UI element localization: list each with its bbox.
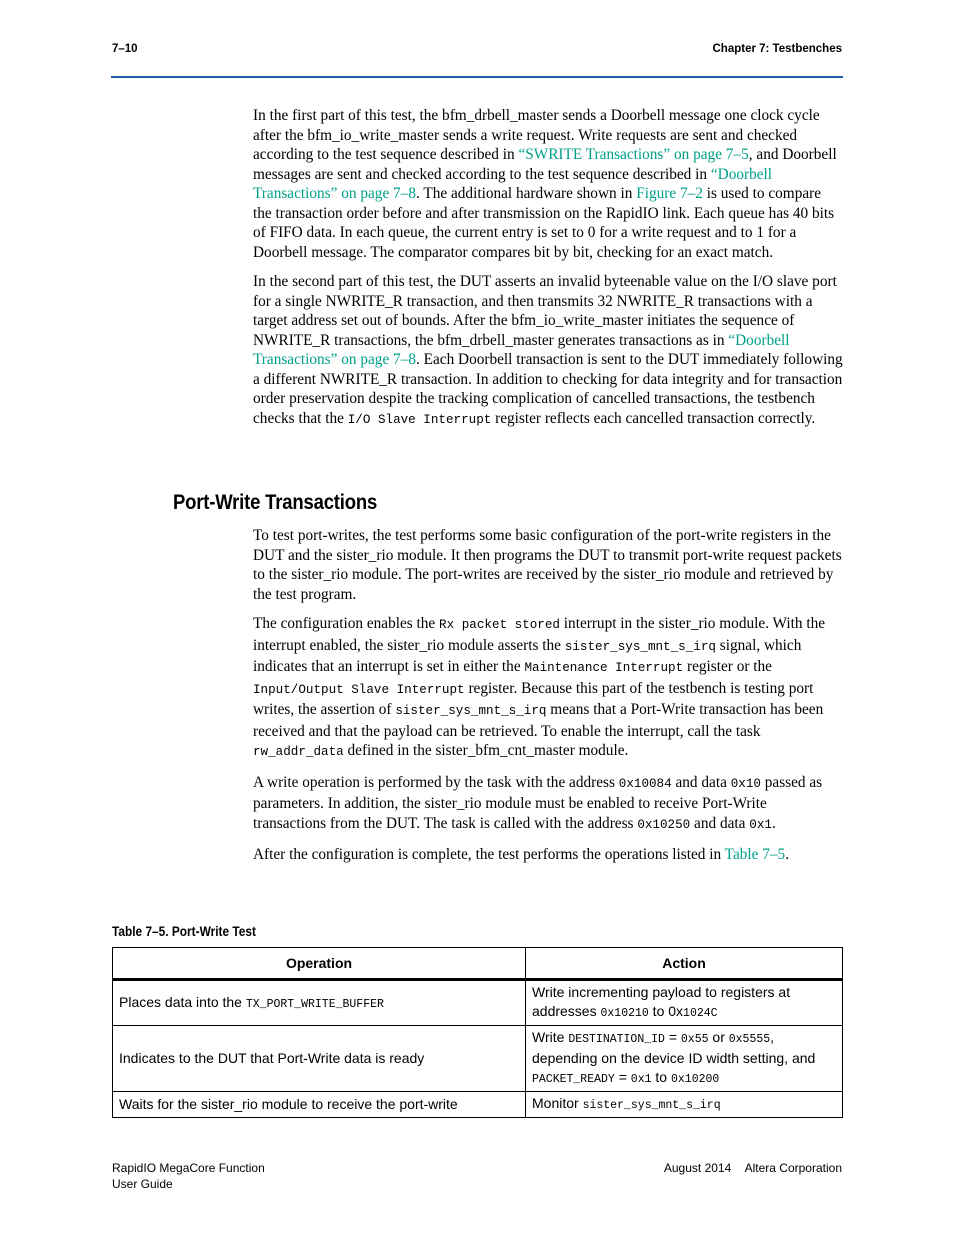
text-run: and data	[690, 814, 750, 832]
paragraph: In the first part of this test, the bfm_…	[253, 106, 843, 262]
paragraph: After the configuration is complete, the…	[253, 845, 843, 865]
footer-date: August 2014	[663, 1161, 732, 1175]
section-heading: Port-Write Transactions	[173, 491, 378, 514]
code-text: sister_sys_mnt_s_irq	[582, 1099, 721, 1112]
chapter-title: Chapter 7: Testbenches	[712, 43, 842, 55]
intro-text: In the first part of this test, the bfm_…	[253, 106, 843, 440]
text-run: register or the	[683, 658, 772, 675]
code-text: 0x10	[730, 776, 761, 791]
footer-right: August 2014 Altera Corporation	[664, 1160, 842, 1176]
code-text: TX_PORT_WRITE_BUFFER	[245, 997, 384, 1011]
text-run: to 0x	[648, 1003, 684, 1019]
code-text: 0x10084	[618, 776, 672, 791]
code-text: rw_addr_data	[253, 745, 344, 759]
paragraph: In the second part of this test, the DUT…	[253, 272, 843, 430]
text-run: . The additional hardware shown in	[416, 185, 637, 202]
header-rule	[111, 76, 843, 78]
code-text: 1024C	[683, 1007, 718, 1020]
action-cell: Write DESTINATION_ID = 0x55 or 0x5555, d…	[525, 1025, 843, 1092]
column-header-operation: Operation	[112, 947, 526, 981]
code-text: 0x10200	[670, 1073, 720, 1086]
table-row: Waits for the sister_rio module to recei…	[112, 1091, 843, 1118]
code-text: Input/Output Slave Interrupt	[253, 682, 465, 697]
text-run: register reflects each cancelled transac…	[491, 409, 816, 427]
text-run: to	[651, 1069, 671, 1085]
cross-reference-link[interactable]: Table 7–5	[725, 846, 786, 863]
text-run: To test port-writes, the test performs s…	[253, 527, 842, 603]
code-text: PACKET_READY	[532, 1073, 615, 1086]
footer-company: Altera Corporation	[744, 1161, 842, 1175]
action-cell: Write incrementing payload to registers …	[525, 979, 843, 1026]
document-page: 7–10 Chapter 7: Testbenches In the first…	[0, 0, 954, 1235]
operation-cell: Indicates to the DUT that Port-Write dat…	[112, 1025, 526, 1092]
paragraph: The configuration enables the Rx packet …	[253, 614, 843, 763]
text-run: A write operation is performed by the ta…	[253, 773, 619, 791]
text-run: Write	[532, 1029, 569, 1045]
code-text: 0x55	[680, 1033, 709, 1046]
text-run: and data	[671, 773, 731, 791]
text-run: =	[664, 1029, 681, 1045]
text-run: .	[785, 846, 790, 863]
paragraph: To test port-writes, the test performs s…	[253, 526, 843, 604]
text-run: Indicates to the DUT that Port-Write dat…	[119, 1050, 425, 1066]
footer-left: RapidIO MegaCore Function User Guide	[112, 1160, 265, 1192]
text-run: =	[614, 1069, 631, 1085]
footer-doc: User Guide	[112, 1177, 173, 1191]
code-text: Maintenance Interrupt	[524, 661, 684, 675]
code-text: 0x10250	[637, 817, 691, 832]
code-text: Rx packet stored	[439, 618, 560, 632]
text-run: The configuration enables the	[253, 615, 440, 632]
footer-product: RapidIO MegaCore Function	[112, 1161, 265, 1175]
section-text: To test port-writes, the test performs s…	[253, 526, 843, 875]
paragraph: A write operation is performed by the ta…	[253, 773, 843, 836]
text-run: Places data into the	[119, 993, 246, 1010]
text-run: .	[771, 814, 776, 832]
code-text: 0x1	[749, 817, 772, 832]
action-cell: Monitor sister_sys_mnt_s_irq	[525, 1091, 843, 1118]
cross-reference-link[interactable]: Figure 7–2	[636, 185, 703, 202]
code-text: sister_sys_mnt_s_irq	[564, 639, 716, 654]
code-text: 0x5555	[728, 1033, 771, 1046]
text-run: After the configuration is complete, the…	[253, 846, 725, 863]
column-header-action: Action	[525, 947, 843, 981]
port-write-test-table: Operation Action Places data into the TX…	[112, 947, 843, 1118]
text-run: Waits for the sister_rio module to recei…	[119, 1096, 458, 1112]
table-row: Indicates to the DUT that Port-Write dat…	[112, 1025, 843, 1092]
text-run: Monitor	[532, 1095, 583, 1111]
page-number: 7–10	[112, 43, 138, 55]
code-text: DESTINATION_ID	[568, 1033, 665, 1046]
table-row: Places data into the TX_PORT_WRITE_BUFFE…	[112, 979, 843, 1026]
code-text: I/O Slave Interrupt	[347, 412, 492, 427]
code-text: 0x10210	[600, 1007, 649, 1020]
operation-cell: Waits for the sister_rio module to recei…	[112, 1091, 526, 1118]
text-run: defined in the sister_bfm_cnt_master mod…	[343, 742, 629, 759]
text-run: or	[708, 1029, 729, 1045]
cross-reference-link[interactable]: “SWRITE Transactions” on page 7–5	[518, 146, 748, 163]
code-text: sister_sys_mnt_s_irq	[395, 704, 547, 718]
table-caption: Table 7–5. Port-Write Test	[112, 924, 256, 939]
code-text: 0x1	[630, 1073, 652, 1086]
operation-cell: Places data into the TX_PORT_WRITE_BUFFE…	[112, 979, 526, 1026]
